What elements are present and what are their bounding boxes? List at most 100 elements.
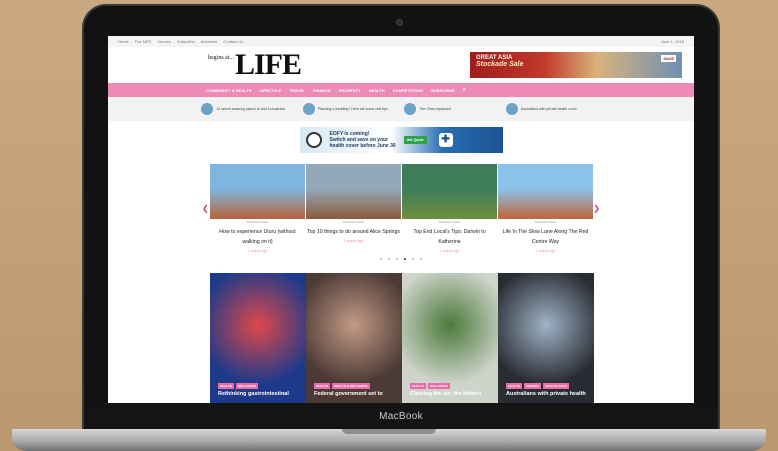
nav-item[interactable]: PROPERTY — [339, 88, 361, 93]
search-icon[interactable]: ⌕ — [463, 87, 466, 94]
tile-tag[interactable]: HEALTH — [506, 383, 522, 389]
top-link[interactable]: Advertise — [201, 39, 218, 44]
nav-item[interactable]: COMMUNITY & HEALTH — [206, 88, 252, 93]
promo-cta-button[interactable]: Get Quote — [403, 136, 427, 144]
nav-item[interactable]: COMPETITIONS — [393, 88, 423, 93]
tile-tags: HEALTH WELLBEING — [410, 383, 450, 389]
card-image — [306, 164, 401, 219]
promo-banner[interactable]: EOFY is coming! Switch and save on your … — [299, 127, 503, 153]
trending-item[interactable]: Australians with private health cover — [505, 103, 601, 115]
trending-item[interactable]: The Ghan explained — [404, 103, 499, 115]
tile-tags: HEALTH FINANCE HEALTH CARE — [506, 383, 569, 389]
trending-text: 10 secret amazing places to visit in Aus… — [216, 107, 285, 111]
carousel-dot[interactable] — [420, 258, 422, 260]
tile-headline[interactable]: Clearing the air: the hidden — [410, 391, 481, 397]
card-category: Domestic Travel — [342, 220, 365, 224]
top-link[interactable]: Home — [118, 39, 129, 44]
nav-item[interactable]: LIFESTYLE — [260, 88, 282, 93]
card-time: 1 month ago — [343, 239, 364, 243]
card-image — [402, 164, 497, 219]
card-image — [210, 164, 305, 219]
carousel-card[interactable]: Domestic Travel Top End Local's Tips: Dar… — [402, 164, 497, 253]
trending-thumbnail — [302, 103, 315, 115]
nav-item[interactable]: FINANCE — [313, 88, 331, 93]
carousel-next-icon[interactable]: ❯ — [593, 204, 600, 213]
carousel-dot[interactable] — [380, 258, 382, 260]
tile-tag[interactable]: WELLBEING — [427, 383, 450, 389]
card-title[interactable]: How to experience Uluru (without walking… — [210, 227, 305, 247]
trending-bar: 10 secret amazing places to visit in Aus… — [108, 97, 694, 121]
tile-headline[interactable]: Australians with private health — [506, 391, 586, 397]
nav-item[interactable]: TRAVEL — [289, 88, 305, 93]
article-carousel: ❮ Domestic Travel How to experience Uluru… — [108, 164, 694, 262]
card-title[interactable]: Top End Local's Tips: Darwin to Katherin… — [402, 227, 497, 247]
promo-line-3: health cover before June 30 — [329, 143, 396, 149]
trending-thumbnail — [505, 103, 518, 115]
ad-tag: SAVE — [661, 55, 676, 62]
main-nav: COMMUNITY & HEALTH LIFESTYLE TRAVEL FINANCE… — [108, 83, 694, 97]
top-bar: Home The MPC Venues Subscribe Advertise Conta… — [108, 36, 694, 47]
card-category: Domestic Travel — [534, 220, 557, 224]
date-label: June 1, 2018 — [660, 39, 684, 44]
carousel-dot[interactable] — [388, 258, 390, 260]
laptop-bottom-bezel: MacBook — [84, 403, 718, 431]
tile-tags: HEALTH HEALTH & WELLBEING — [314, 383, 370, 389]
top-link[interactable]: Subscribe — [177, 39, 195, 44]
tile-tag[interactable]: WELLBEING — [235, 383, 258, 389]
carousel-card[interactable]: Domestic Travel How to experience Uluru (… — [210, 164, 305, 253]
ad-subline: Stockade Sale — [476, 61, 524, 68]
trending-item[interactable]: Planning a wedding? Here are some real t… — [302, 103, 398, 115]
trending-thumbnail — [201, 103, 214, 115]
card-title[interactable]: Top 10 things to do around Alice Springs — [306, 227, 401, 237]
carousel-dot[interactable] — [404, 258, 406, 260]
top-link[interactable]: The MPC — [135, 39, 152, 44]
card-time: 1 month ago — [535, 249, 556, 253]
tile-tag[interactable]: HEALTH — [410, 383, 426, 389]
carousel-dot[interactable] — [412, 258, 414, 260]
logo-small-text: begins at... — [208, 55, 234, 61]
site-header: begins at... LIFE GREAT ASIA Stockade Sa… — [108, 47, 694, 83]
top-link[interactable]: Venues — [158, 39, 171, 44]
tile-headline[interactable]: Rethinking gastrointestinal — [218, 391, 289, 397]
trending-thumbnail — [404, 103, 417, 115]
carousel-card[interactable]: Domestic Travel Top 10 things to do aroun… — [306, 164, 401, 253]
featured-tile[interactable]: HEALTH WELLBEING Clearing the air: the hid… — [402, 273, 498, 403]
trending-item[interactable]: 10 secret amazing places to visit in Aus… — [201, 103, 296, 115]
shield-icon: ✚ — [438, 133, 453, 147]
top-link[interactable]: Contact Us — [223, 39, 243, 44]
card-time: 1 month ago — [439, 249, 460, 253]
nav-item[interactable]: SUBSCRIBE — [431, 88, 455, 93]
laptop-base — [12, 429, 766, 451]
featured-tile[interactable]: HEALTH HEALTH & WELLBEING Federal governme… — [306, 273, 402, 403]
trending-text: The Ghan explained — [419, 107, 451, 111]
tile-tag[interactable]: HEALTH & WELLBEING — [331, 383, 370, 389]
carousel-dots — [108, 258, 694, 260]
logo-large-text: LIFE — [235, 48, 302, 81]
header-ad-banner[interactable]: GREAT ASIA Stockade Sale SAVE — [470, 52, 682, 78]
tile-headline[interactable]: Federal government set to — [314, 391, 383, 397]
tile-tag[interactable]: HEALTH — [314, 383, 330, 389]
top-links: Home The MPC Venues Subscribe Advertise Conta… — [118, 39, 243, 44]
featured-tile[interactable]: HEALTH FINANCE HEALTH CARE Australians with… — [498, 273, 594, 403]
base-notch — [342, 429, 436, 434]
card-category: Domestic Travel — [246, 220, 269, 224]
trending-text: Planning a wedding? Here are some real t… — [317, 107, 388, 111]
featured-grid: HEALTH WELLBEING Rethinking gastrointestin… — [210, 273, 594, 403]
clock-icon — [305, 132, 322, 148]
card-image — [498, 164, 593, 219]
browser-screen: Home The MPC Venues Subscribe Advertise Conta… — [108, 36, 694, 403]
carousel-dot[interactable] — [396, 258, 398, 260]
site-logo[interactable]: begins at... LIFE — [208, 48, 302, 81]
promo-text: EOFY is coming! Switch and save on your … — [330, 131, 396, 149]
tile-tags: HEALTH WELLBEING — [218, 383, 258, 389]
tile-tag[interactable]: HEALTH — [218, 383, 234, 389]
tile-tag[interactable]: FINANCE — [523, 383, 542, 389]
card-title[interactable]: Life In The Slow Lane Along The Red Cent… — [498, 227, 593, 247]
card-category: Domestic Travel — [438, 220, 461, 224]
nav-item[interactable]: HEALTH — [369, 88, 385, 93]
trending-text: Australians with private health cover — [520, 107, 577, 111]
carousel-card[interactable]: Domestic Travel Life In The Slow Lane Alo… — [498, 164, 593, 253]
featured-tile[interactable]: HEALTH WELLBEING Rethinking gastrointestin… — [210, 273, 306, 403]
carousel-prev-icon[interactable]: ❮ — [202, 204, 209, 213]
tile-tag[interactable]: HEALTH CARE — [543, 383, 569, 389]
